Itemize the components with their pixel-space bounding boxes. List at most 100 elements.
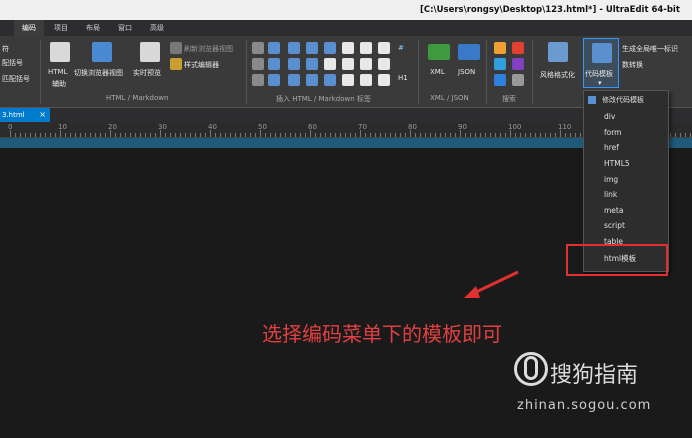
- file-tab[interactable]: 3.html ×: [0, 108, 50, 122]
- xml-label[interactable]: XML: [430, 68, 445, 76]
- ruler-tick: [220, 133, 221, 137]
- ribbon-left-label-1[interactable]: 配括号: [2, 58, 23, 68]
- dropdown-item-script[interactable]: script: [604, 221, 625, 230]
- html-assist-sub: 辅助: [52, 80, 66, 88]
- html-tag-icon[interactable]: [50, 42, 70, 62]
- code-template-button[interactable]: 代码模板 ▾: [583, 38, 619, 88]
- refresh-browser-label[interactable]: 刷新浏览器视图: [184, 44, 233, 54]
- ruler-tick: [65, 133, 66, 137]
- ribbon-separator: [40, 40, 41, 104]
- h1-icon[interactable]: H1: [398, 74, 408, 82]
- justify-icon[interactable]: [306, 58, 318, 70]
- json-icon[interactable]: [458, 44, 480, 60]
- link-icon[interactable]: [378, 74, 390, 86]
- search-engine-icon[interactable]: [494, 42, 506, 54]
- underline-icon[interactable]: [252, 74, 264, 86]
- wikipedia-icon[interactable]: [512, 74, 524, 86]
- ruler-tick: [50, 133, 51, 137]
- ruler-tick: [280, 133, 281, 137]
- ruler-tick: [525, 133, 526, 137]
- switch-browser-label[interactable]: 切换浏览器视图: [74, 68, 123, 78]
- google-icon[interactable]: [512, 42, 524, 54]
- outdent-icon[interactable]: [268, 74, 280, 86]
- bing-icon[interactable]: [494, 58, 506, 70]
- paragraph-icon[interactable]: [306, 74, 318, 86]
- ruler-tick: [560, 130, 561, 137]
- ruler-tick: [545, 133, 546, 137]
- ruler-tick: [75, 133, 76, 137]
- style-format-label[interactable]: 风格格式化: [540, 70, 575, 80]
- ruler-tick: [15, 133, 16, 137]
- style-editor-label[interactable]: 样式编辑器: [184, 60, 219, 70]
- dropdown-item-meta[interactable]: meta: [604, 206, 623, 215]
- dropdown-item-link[interactable]: link: [604, 190, 617, 199]
- text-area-icon[interactable]: [342, 74, 354, 86]
- ruler-tick: [110, 130, 111, 137]
- align-right-icon[interactable]: [306, 42, 318, 54]
- menu-tab-layout[interactable]: 布局: [78, 20, 108, 36]
- heading-icon[interactable]: [324, 42, 336, 54]
- menu-tab-project[interactable]: 项目: [46, 20, 76, 36]
- ruler-tick: [80, 133, 81, 137]
- grid-icon[interactable]: [342, 42, 354, 54]
- dropdown-item-href[interactable]: href: [604, 143, 619, 152]
- button-icon[interactable]: [378, 42, 390, 54]
- ruler-tick: [295, 133, 296, 137]
- live-preview-label[interactable]: 实时预览: [133, 68, 161, 78]
- ruler-tick: [450, 133, 451, 137]
- indent-icon[interactable]: [268, 58, 280, 70]
- ruler-tick: [395, 133, 396, 137]
- radio-icon[interactable]: [360, 58, 372, 70]
- menu-tab-advanced[interactable]: 高级: [142, 20, 172, 36]
- ruler-tick: [165, 133, 166, 137]
- dropdown-item-img[interactable]: img: [604, 175, 618, 184]
- window-title: [C:\Users\rongsy\Desktop\123.html*] - Ul…: [420, 5, 680, 15]
- menu-bar: 编码 项目 布局 窗口 高级: [0, 20, 692, 36]
- table-icon[interactable]: [324, 58, 336, 70]
- ruler-tick: [510, 130, 511, 137]
- gen-unique-label[interactable]: 生成全局唯一标识: [622, 44, 678, 54]
- style-format-icon[interactable]: [548, 42, 568, 62]
- dropdown-item-form[interactable]: form: [604, 128, 622, 137]
- close-icon[interactable]: ×: [39, 108, 46, 122]
- image-icon[interactable]: [360, 74, 372, 86]
- ribbon-left-label-2[interactable]: 匹配括号: [2, 74, 30, 84]
- xml-icon[interactable]: [428, 44, 450, 60]
- bold-icon[interactable]: [252, 42, 264, 54]
- browser-view-icon[interactable]: [92, 42, 112, 62]
- ruler-tick: [685, 133, 686, 137]
- yahoo-icon[interactable]: [512, 58, 524, 70]
- ruler-tick: [690, 133, 691, 137]
- form-icon[interactable]: [342, 58, 354, 70]
- hash-icon[interactable]: #: [398, 44, 404, 52]
- style-editor-icon[interactable]: [170, 58, 182, 70]
- ruler-tick: [30, 133, 31, 137]
- dropdown-item-html5[interactable]: HTML5: [604, 159, 630, 168]
- menu-tab-window[interactable]: 窗口: [110, 20, 140, 36]
- list-icon[interactable]: [268, 42, 280, 54]
- watermark-url: zhinan.sogou.com: [517, 398, 652, 413]
- font-icon[interactable]: [288, 42, 300, 54]
- ruler-tick: [125, 133, 126, 137]
- refresh-browser-icon[interactable]: [170, 42, 182, 54]
- json-label[interactable]: JSON: [458, 68, 475, 76]
- ruler-tick: [70, 133, 71, 137]
- html-assist-label[interactable]: HTML: [48, 68, 67, 76]
- align-left-icon[interactable]: [288, 58, 300, 70]
- search-web-icon[interactable]: [494, 74, 506, 86]
- ruler-tick: [580, 133, 581, 137]
- ruler-tick: [205, 133, 206, 137]
- num-convert-label[interactable]: 数转换: [622, 60, 643, 70]
- dropdown-item-div[interactable]: div: [604, 112, 615, 121]
- ruler-tick: [575, 133, 576, 137]
- italic-icon[interactable]: [252, 58, 264, 70]
- edit-template-item[interactable]: 修改代码模板: [588, 95, 644, 105]
- ruler-tick: [25, 133, 26, 137]
- list-ordered-icon[interactable]: [324, 74, 336, 86]
- menu-tab-encoding[interactable]: 编码: [14, 20, 44, 36]
- ribbon-left-label-0[interactable]: 符: [2, 44, 9, 54]
- checkbox-icon[interactable]: [360, 42, 372, 54]
- live-preview-icon[interactable]: [140, 42, 160, 62]
- select-icon[interactable]: [378, 58, 390, 70]
- align-center-icon[interactable]: [288, 74, 300, 86]
